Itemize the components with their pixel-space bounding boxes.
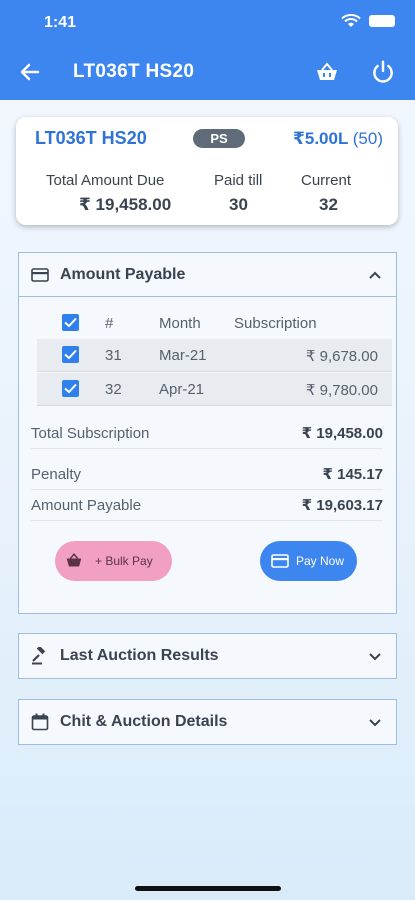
chit-value-amount: ₹5.00L bbox=[293, 129, 349, 148]
current-value: 32 bbox=[319, 195, 338, 214]
row-number: 32 bbox=[105, 381, 122, 398]
chit-count: (50) bbox=[352, 129, 383, 148]
gavel-icon bbox=[32, 647, 46, 665]
pay-now-label: Pay Now bbox=[296, 554, 345, 568]
calendar-icon bbox=[31, 713, 49, 731]
bulk-pay-button[interactable]: + Bulk Pay bbox=[55, 541, 172, 581]
status-icons bbox=[341, 14, 395, 28]
chevron-down-icon[interactable] bbox=[368, 716, 382, 728]
current-label: Current bbox=[301, 172, 352, 189]
paid-till-label: Paid till bbox=[214, 172, 263, 189]
total-subscription-value: ₹ 19,458.00 bbox=[301, 425, 383, 442]
chit-summary-card: LT036T HS20 PS ₹5.00L (50) Total Amount … bbox=[16, 117, 398, 225]
table-row[interactable]: 31 Mar-21 ₹ 9,678.00 bbox=[37, 339, 392, 372]
penalty-value: ₹ 145.17 bbox=[322, 466, 383, 483]
row-number: 31 bbox=[105, 347, 122, 364]
penalty-label: Penalty bbox=[31, 466, 82, 483]
penalty-line: Penalty ₹ 145.17 bbox=[31, 462, 383, 490]
power-icon[interactable] bbox=[370, 59, 396, 85]
column-subscription: Subscription bbox=[234, 315, 317, 332]
column-month: Month bbox=[159, 315, 201, 332]
row-checkbox[interactable] bbox=[62, 346, 79, 363]
check-icon bbox=[64, 383, 77, 394]
battery-icon bbox=[369, 15, 395, 27]
row-subscription: ₹ 9,780.00 bbox=[305, 382, 378, 399]
status-time: 1:41 bbox=[44, 14, 77, 31]
wifi-icon bbox=[341, 14, 361, 27]
column-number: # bbox=[105, 315, 114, 332]
amount-payable-line: Amount Payable ₹ 19,603.17 bbox=[31, 493, 383, 521]
back-arrow-icon[interactable] bbox=[18, 60, 42, 84]
last-auction-title: Last Auction Results bbox=[60, 647, 219, 664]
card-icon bbox=[31, 268, 49, 282]
table-row[interactable]: 32 Apr-21 ₹ 9,780.00 bbox=[37, 373, 392, 406]
chit-auction-panel[interactable]: Chit & Auction Details bbox=[18, 699, 397, 745]
table-header: # Month Subscription bbox=[19, 313, 396, 337]
status-bar: 1:41 bbox=[0, 0, 415, 46]
row-subscription: ₹ 9,678.00 bbox=[305, 348, 378, 365]
amount-payable-header[interactable]: Amount Payable bbox=[19, 253, 396, 297]
page-title: LT036T HS20 bbox=[73, 61, 195, 82]
chit-auction-title: Chit & Auction Details bbox=[60, 713, 228, 730]
chit-auction-header[interactable]: Chit & Auction Details bbox=[19, 700, 396, 744]
bulk-pay-label: + Bulk Pay bbox=[95, 554, 153, 568]
basket-icon[interactable] bbox=[315, 60, 339, 84]
row-month: Apr-21 bbox=[159, 381, 205, 398]
last-auction-panel[interactable]: Last Auction Results bbox=[18, 633, 397, 679]
chit-value: ₹5.00L (50) bbox=[293, 129, 383, 149]
status-badge: PS bbox=[193, 129, 245, 148]
total-subscription-label: Total Subscription bbox=[31, 425, 150, 442]
pay-now-button[interactable]: Pay Now bbox=[260, 541, 357, 581]
total-due-value: ₹ 19,458.00 bbox=[79, 195, 172, 214]
chevron-down-icon[interactable] bbox=[368, 650, 382, 662]
home-indicator bbox=[135, 886, 281, 891]
check-icon bbox=[64, 349, 77, 360]
amount-payable-value: ₹ 19,603.17 bbox=[301, 497, 383, 514]
check-icon bbox=[64, 317, 77, 328]
basket-icon bbox=[66, 553, 82, 567]
row-month: Mar-21 bbox=[159, 347, 207, 364]
amount-payable-label: Amount Payable bbox=[31, 497, 142, 514]
last-auction-header[interactable]: Last Auction Results bbox=[19, 634, 396, 678]
select-all-checkbox[interactable] bbox=[62, 314, 79, 331]
total-subscription-line: Total Subscription ₹ 19,458.00 bbox=[31, 421, 383, 449]
app-bar: LT036T HS20 bbox=[0, 46, 415, 100]
amount-payable-panel: Amount Payable # Month Subscription 31 M… bbox=[18, 252, 397, 614]
total-due-label: Total Amount Due bbox=[46, 172, 165, 189]
chevron-up-icon[interactable] bbox=[368, 269, 382, 281]
chit-code: LT036T HS20 bbox=[35, 128, 147, 148]
row-checkbox[interactable] bbox=[62, 380, 79, 397]
paid-till-value: 30 bbox=[229, 195, 248, 214]
amount-payable-title: Amount Payable bbox=[60, 266, 186, 283]
card-icon bbox=[271, 554, 289, 568]
